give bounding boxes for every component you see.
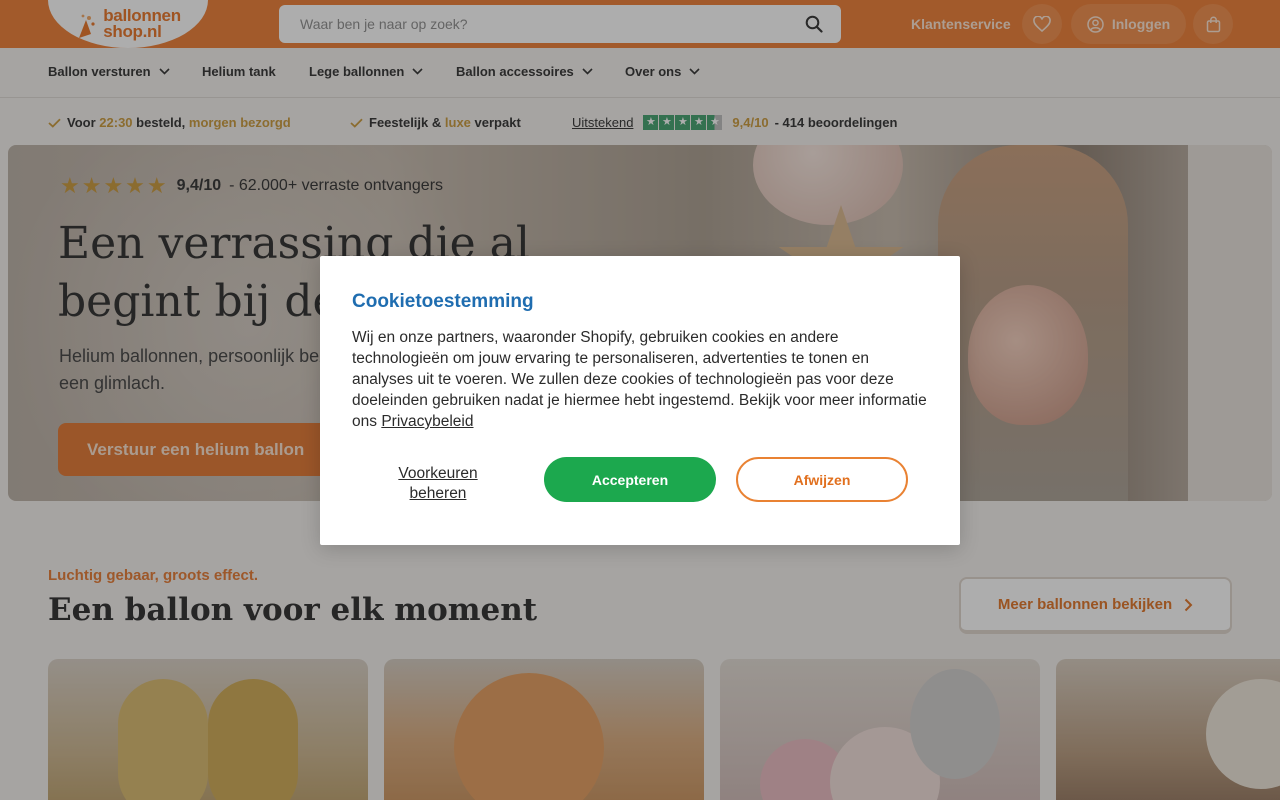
privacy-policy-link[interactable]: Privacybeleid	[381, 413, 473, 430]
reject-button[interactable]: Afwijzen	[736, 457, 908, 502]
manage-preferences-link[interactable]: Voorkeuren beheren	[380, 464, 496, 504]
accept-button[interactable]: Accepteren	[544, 457, 716, 502]
cookie-consent-dialog: Cookietoestemming Wij en onze partners, …	[320, 256, 960, 545]
cookie-text: Wij en onze partners, waaronder Shopify,…	[352, 327, 932, 432]
cookie-title: Cookietoestemming	[352, 291, 534, 312]
